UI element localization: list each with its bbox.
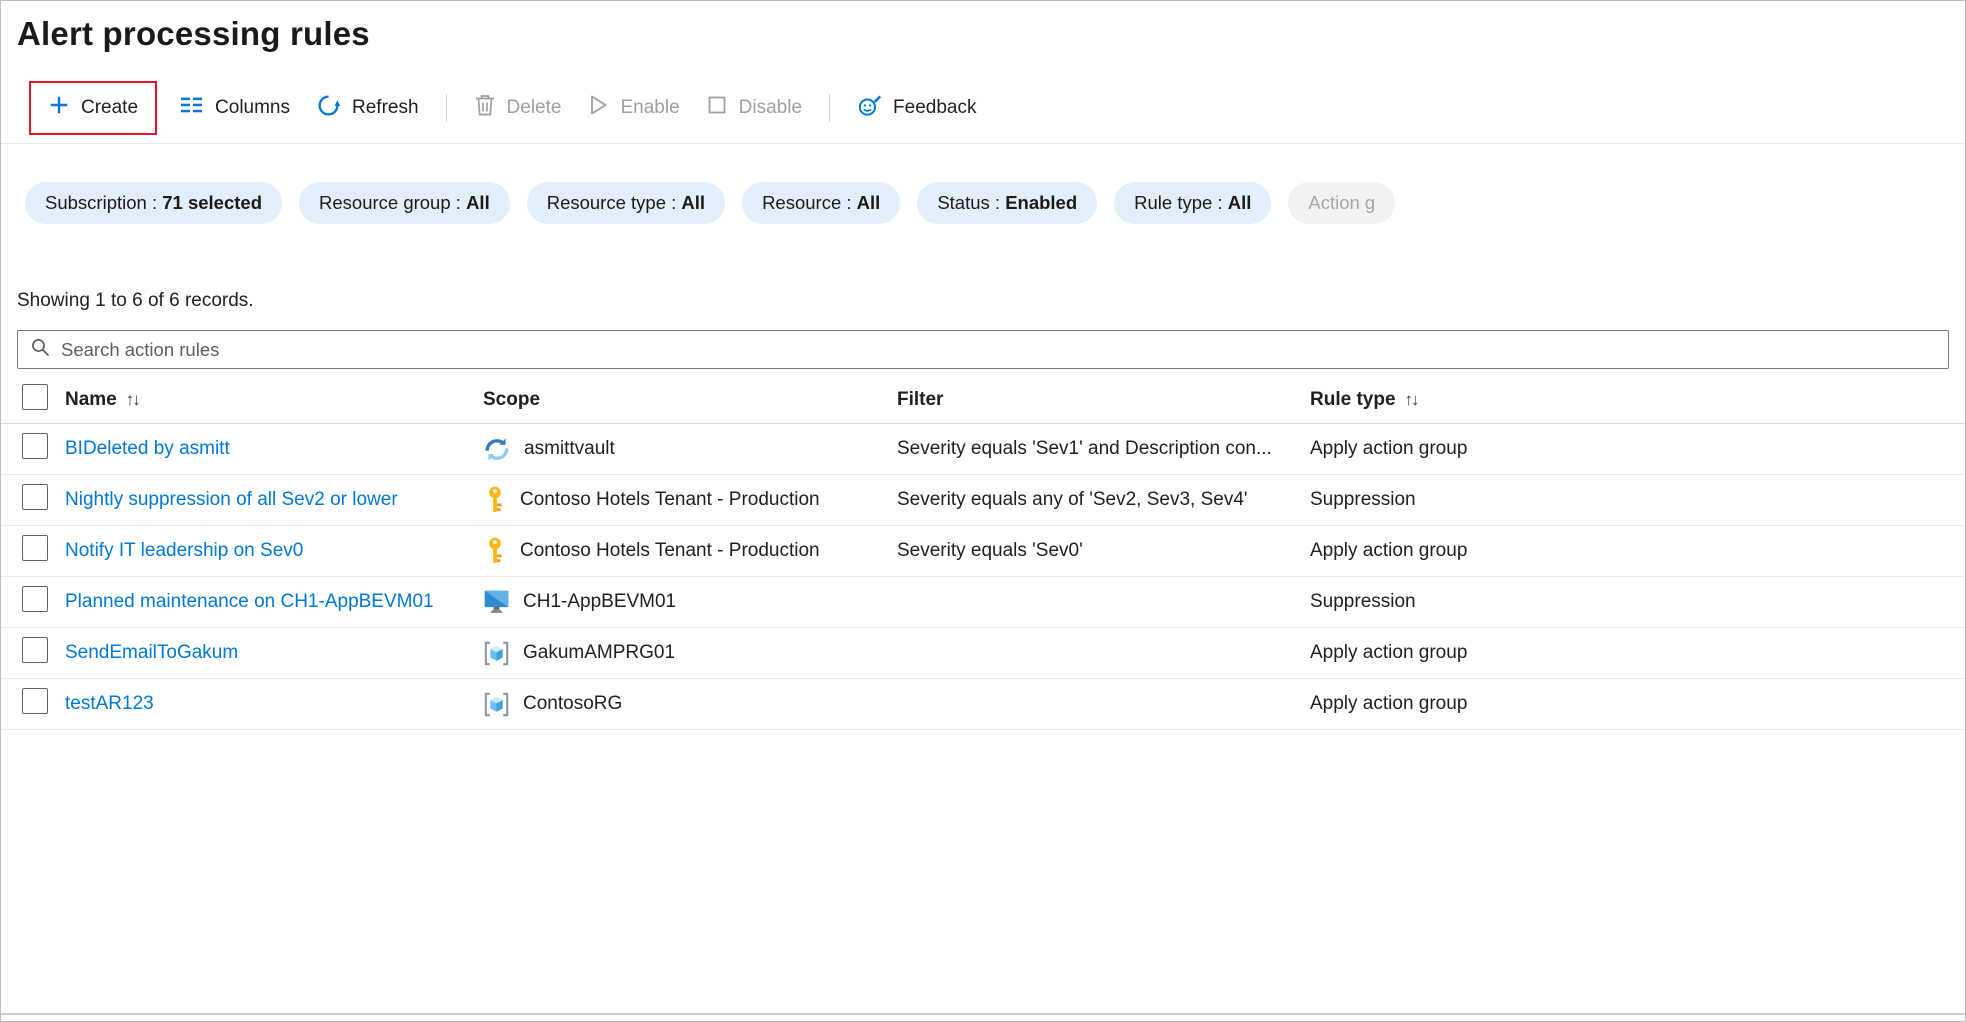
columns-button[interactable]: Columns xyxy=(167,86,303,130)
page-title: Alert processing rules xyxy=(17,15,1949,53)
row-checkbox[interactable] xyxy=(22,433,48,459)
table-row: BIDeleted by asmitt asmittvault Severity… xyxy=(1,424,1965,475)
subscription-key-icon xyxy=(483,486,507,514)
refresh-icon xyxy=(316,93,341,124)
row-checkbox[interactable] xyxy=(22,586,48,612)
rule-name-link[interactable]: BIDeleted by asmitt xyxy=(65,438,230,459)
rule-name-link[interactable]: SendEmailToGakum xyxy=(65,642,238,663)
trash-icon xyxy=(474,93,496,123)
filter-pill-subscription[interactable]: Subscription : 71 selected xyxy=(25,182,282,224)
sort-icon[interactable]: ↑↓ xyxy=(126,390,139,410)
refresh-button[interactable]: Refresh xyxy=(303,84,432,133)
create-button[interactable]: Create xyxy=(35,85,151,131)
table-row: Nightly suppression of all Sev2 or lower… xyxy=(1,475,1965,526)
row-checkbox[interactable] xyxy=(22,688,48,714)
stop-icon xyxy=(706,94,728,122)
search-box xyxy=(17,330,1949,369)
filter-pill-action-group-truncated[interactable]: Action g xyxy=(1288,182,1395,224)
rule-type-cell: Apply action group xyxy=(1310,540,1949,562)
create-button-label: Create xyxy=(81,97,138,119)
bottom-divider xyxy=(1,1013,1965,1015)
scope-label: ContosoRG xyxy=(523,693,622,715)
subscription-key-icon xyxy=(483,537,507,565)
rule-type-cell: Suppression xyxy=(1310,591,1949,613)
rule-name-link[interactable]: Planned maintenance on CH1-AppBEVM01 xyxy=(65,591,434,612)
disable-button-label: Disable xyxy=(739,97,802,119)
row-checkbox[interactable] xyxy=(22,637,48,663)
resource-group-icon xyxy=(483,691,510,718)
table-row: Planned maintenance on CH1-AppBEVM01 CH1… xyxy=(1,577,1965,628)
enable-button[interactable]: Enable xyxy=(574,84,692,132)
filter-cell: Severity equals 'Sev1' and Description c… xyxy=(897,438,1310,460)
delete-button-label: Delete xyxy=(507,97,562,119)
enable-button-label: Enable xyxy=(620,97,679,119)
play-icon xyxy=(587,93,609,123)
select-all-checkbox[interactable] xyxy=(22,384,48,410)
scope-label: asmittvault xyxy=(524,438,615,460)
table-row: Notify IT leadership on Sev0 Contoso Hot… xyxy=(1,526,1965,577)
sort-icon[interactable]: ↑↓ xyxy=(1405,390,1418,410)
columns-icon xyxy=(180,95,204,121)
rule-type-cell: Apply action group xyxy=(1310,693,1949,715)
toolbar-divider xyxy=(829,94,830,122)
filter-bar: Subscription : 71 selected Resource grou… xyxy=(25,182,1567,224)
rule-name-link[interactable]: Nightly suppression of all Sev2 or lower xyxy=(65,489,398,510)
filter-bar-fade xyxy=(1472,182,1567,224)
filter-pill-resource[interactable]: Resource : All xyxy=(742,182,900,224)
rule-type-cell: Apply action group xyxy=(1310,438,1949,460)
plus-icon xyxy=(48,94,70,122)
filter-pill-resource-type[interactable]: Resource type : All xyxy=(527,182,725,224)
delete-button[interactable]: Delete xyxy=(461,84,575,132)
toolbar: Create Columns Refresh Delete xyxy=(29,83,1949,133)
toolbar-divider xyxy=(446,94,447,122)
filter-cell: Severity equals 'Sev0' xyxy=(897,540,1310,562)
scope-label: CH1-AppBEVM01 xyxy=(523,591,676,613)
refresh-button-label: Refresh xyxy=(352,97,419,119)
row-checkbox[interactable] xyxy=(22,484,48,510)
filter-pill-resource-group[interactable]: Resource group : All xyxy=(299,182,510,224)
rule-type-cell: Suppression xyxy=(1310,489,1949,511)
rule-type-cell: Apply action group xyxy=(1310,642,1949,664)
scope-label: Contoso Hotels Tenant - Production xyxy=(520,540,820,562)
scope-label: Contoso Hotels Tenant - Production xyxy=(520,489,820,511)
filter-pill-rule-type[interactable]: Rule type : All xyxy=(1114,182,1271,224)
virtual-machine-icon xyxy=(483,589,510,615)
table-row: testAR123 ContosoRG Apply action group xyxy=(1,679,1965,730)
rule-name-link[interactable]: Notify IT leadership on Sev0 xyxy=(65,540,303,561)
column-header-scope[interactable]: Scope xyxy=(483,389,897,411)
disable-button[interactable]: Disable xyxy=(693,85,815,131)
rule-name-link[interactable]: testAR123 xyxy=(65,693,154,714)
create-button-highlight: Create xyxy=(29,81,157,135)
filter-pill-status[interactable]: Status : Enabled xyxy=(917,182,1097,224)
row-checkbox[interactable] xyxy=(22,535,48,561)
records-summary: Showing 1 to 6 of 6 records. xyxy=(17,290,1949,312)
columns-button-label: Columns xyxy=(215,97,290,119)
column-header-rule-type[interactable]: Rule type ↑↓ xyxy=(1310,389,1949,411)
column-header-filter[interactable]: Filter xyxy=(897,389,1310,411)
search-input[interactable] xyxy=(61,339,1936,361)
feedback-icon xyxy=(857,93,882,124)
column-header-name[interactable]: Name ↑↓ xyxy=(65,389,483,411)
resource-group-icon xyxy=(483,640,510,667)
feedback-button[interactable]: Feedback xyxy=(844,84,989,133)
table-row: SendEmailToGakum GakumAMPRG01 Apply acti… xyxy=(1,628,1965,679)
toolbar-divider-line xyxy=(1,143,1965,144)
feedback-button-label: Feedback xyxy=(893,97,976,119)
scope-label: GakumAMPRG01 xyxy=(523,642,675,664)
search-icon xyxy=(30,337,50,362)
recovery-vault-icon xyxy=(483,436,511,463)
filter-cell: Severity equals any of 'Sev2, Sev3, Sev4… xyxy=(897,489,1310,511)
table-header: Name ↑↓ Scope Filter Rule type ↑↓ xyxy=(1,377,1965,424)
alert-processing-rules-page: Alert processing rules Create Columns Re… xyxy=(0,0,1966,1022)
